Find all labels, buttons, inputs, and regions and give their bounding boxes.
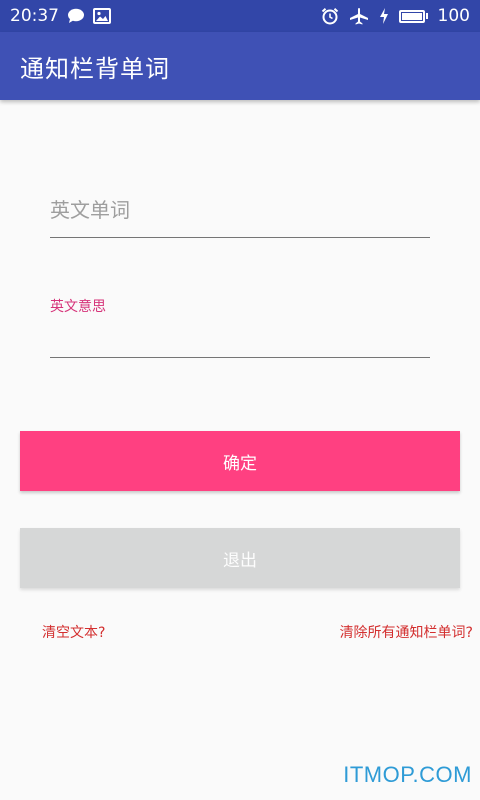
english-meaning-underline	[50, 357, 430, 358]
status-left: 20:37	[10, 6, 111, 26]
watermark: ITMOP.COM	[343, 762, 472, 787]
status-right: 100	[321, 6, 470, 26]
battery-level: 100	[437, 6, 470, 26]
image-icon	[93, 8, 111, 24]
english-meaning-label: 英文意思	[50, 299, 106, 315]
english-meaning-field-container: 英文意思	[50, 290, 430, 358]
english-word-underline	[50, 237, 430, 238]
confirm-button[interactable]: 确定	[20, 431, 460, 491]
exit-button[interactable]: 退出	[20, 528, 460, 588]
airplane-icon	[349, 7, 369, 25]
app-bar: 通知栏背单词	[0, 32, 480, 100]
chat-bubble-icon	[67, 8, 85, 24]
status-bar: 20:37 100	[0, 0, 480, 32]
alarm-icon	[321, 7, 339, 25]
clear-text-link[interactable]: 清空文本?	[42, 622, 105, 642]
english-meaning-input[interactable]	[50, 314, 430, 354]
battery-icon	[398, 9, 428, 23]
english-word-field-container	[50, 190, 430, 238]
clear-all-notification-words-link[interactable]: 清除所有通知栏单词?	[340, 622, 473, 642]
charging-icon	[379, 7, 389, 25]
app-title: 通知栏背单词	[20, 54, 170, 83]
status-time: 20:37	[10, 6, 59, 26]
english-word-input[interactable]	[50, 190, 430, 230]
